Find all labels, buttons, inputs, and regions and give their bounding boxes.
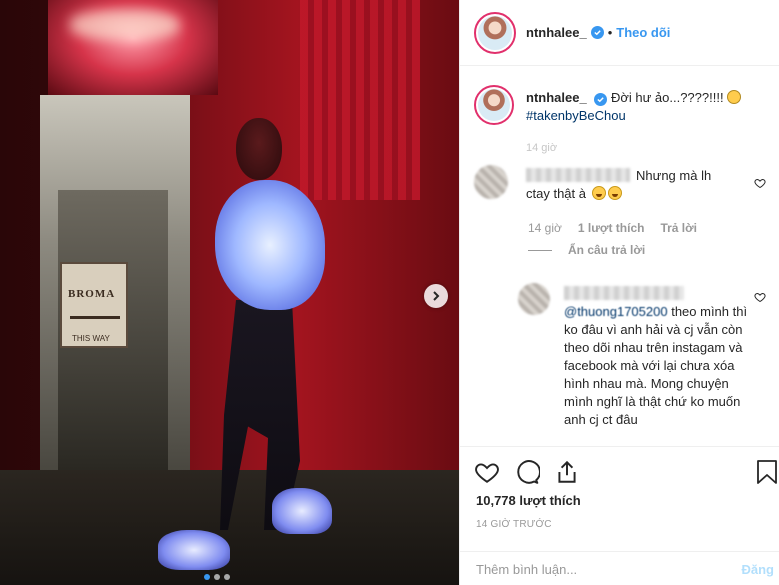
photo-person-top: [215, 180, 325, 310]
photo-shoe-right: [272, 488, 332, 534]
caption-hashtag[interactable]: #takenbyBeChou: [526, 108, 626, 123]
chevron-right-icon: [433, 291, 440, 301]
laughing-emoji-icon: [607, 186, 622, 200]
bookmark-icon[interactable]: [756, 459, 778, 485]
comment-input[interactable]: [476, 561, 706, 577]
photo-sign-board: BROMA THIS WAY: [60, 262, 128, 348]
reply-like-heart-icon[interactable]: [754, 291, 766, 303]
caption-avatar-image: [478, 89, 510, 121]
photo-shoe-left: [158, 530, 230, 570]
carousel-dot-2[interactable]: [214, 574, 220, 580]
comment-item: Nhưng mà lh ctay thật à: [474, 165, 736, 203]
comment-username-blurred[interactable]: [526, 168, 630, 182]
photo-neon-glow: [70, 10, 180, 40]
caption-avatar[interactable]: [474, 85, 514, 125]
author-username[interactable]: ntnhalee_: [526, 25, 587, 40]
author-avatar-image: [478, 15, 512, 50]
comment-like-heart-icon[interactable]: [754, 177, 766, 189]
comment-meta: 14 giờ 1 lượt thích Trả lời: [528, 221, 697, 235]
comment-time: 14 giờ: [528, 221, 562, 235]
reply-avatar-blurred[interactable]: [518, 283, 550, 315]
post-header: ntnhalee_ • Theo dõi: [460, 0, 779, 66]
add-comment-bar: Đăng: [460, 551, 779, 585]
photo-person-head: [236, 118, 282, 180]
caption-username[interactable]: ntnhalee_: [526, 90, 587, 105]
caption-text: Đời hư ảo...????!!!!: [610, 90, 724, 105]
photo-curtain: [300, 0, 420, 200]
comment-text-line2: ctay thật à: [526, 186, 586, 201]
sign-board-arrow: [70, 316, 120, 319]
reply-button[interactable]: Trả lời: [660, 221, 697, 235]
comment-likes[interactable]: 1 lượt thích: [578, 221, 645, 235]
author-avatar[interactable]: [474, 11, 516, 54]
reply-text: theo mình thì ko đâu vì anh hải và cj vẫ…: [564, 304, 748, 427]
comment-avatar-blurred[interactable]: [474, 165, 508, 199]
comment-body: Nhưng mà lh ctay thật à: [526, 167, 736, 203]
share-icon[interactable]: [554, 459, 580, 485]
reply-mention[interactable]: @thuong1705200: [564, 304, 668, 319]
person-emoji-icon: [727, 90, 742, 104]
laughing-emoji-icon: [591, 186, 606, 200]
header-separator: •: [607, 25, 613, 40]
hide-replies-button[interactable]: Ẩn câu trả lời: [528, 243, 645, 257]
sign-board-text: BROMA: [68, 288, 116, 300]
hide-replies-label: Ẩn câu trả lời: [568, 243, 646, 257]
reply-username-blurred[interactable]: [564, 286, 684, 300]
sign-board-subtext: THIS WAY: [72, 334, 110, 343]
comments-list[interactable]: ntnhalee_ Đời hư ảo...????!!!! #takenbyB…: [460, 67, 779, 445]
follow-button[interactable]: Theo dõi: [616, 25, 670, 40]
post-caption: ntnhalee_ Đời hư ảo...????!!!! #takenbyB…: [474, 85, 746, 125]
post-photo[interactable]: BROMA THIS WAY: [0, 0, 459, 585]
carousel-dots: [204, 574, 230, 580]
comment-text-line1: Nhưng mà lh: [636, 168, 712, 183]
post-actions: 10,778 lượt thích 14 GIỜ TRƯỚC Đăng: [460, 446, 779, 585]
reply-body: @thuong1705200 theo mình thì ko đâu vì a…: [564, 285, 754, 429]
comment-icon[interactable]: [514, 459, 540, 485]
verified-icon: [590, 26, 604, 39]
post-timestamp: 14 GIỜ TRƯỚC: [476, 519, 552, 530]
carousel-next-button[interactable]: [424, 284, 448, 308]
post-comment-button[interactable]: Đăng: [742, 562, 775, 577]
verified-icon: [594, 93, 608, 106]
likes-count-row[interactable]: 10,778 lượt thích: [476, 493, 581, 508]
action-icons: [474, 459, 580, 485]
carousel-dot-3[interactable]: [224, 574, 230, 580]
caption-text-block: ntnhalee_ Đời hư ảo...????!!!! #takenbyB…: [526, 89, 746, 125]
post-side-panel: ntnhalee_ • Theo dõi ntnhalee_ Đời hư ảo…: [459, 0, 779, 585]
hide-replies-line: [528, 249, 552, 251]
carousel-dot-1[interactable]: [204, 574, 210, 580]
likes-label: lượt thích: [519, 493, 581, 508]
likes-count: 10,778: [476, 493, 516, 508]
reply-item: @thuong1705200 theo mình thì ko đâu vì a…: [518, 283, 754, 429]
heart-icon[interactable]: [474, 459, 500, 485]
caption-time: 14 giờ: [526, 142, 558, 154]
